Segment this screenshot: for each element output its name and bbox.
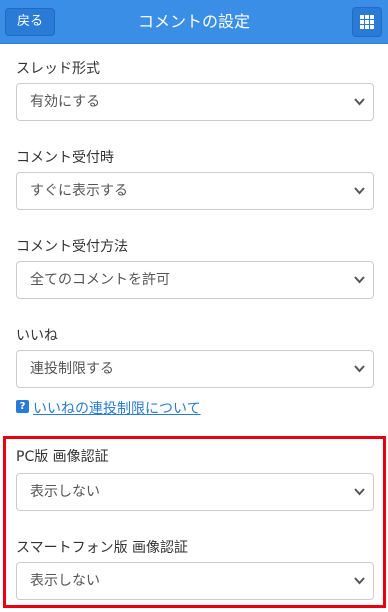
select-value: 表示しない bbox=[30, 484, 100, 500]
like-limit-help-link[interactable]: いいねの連投制限について bbox=[33, 398, 201, 418]
like-label: いいね bbox=[16, 328, 58, 344]
pc-captcha-label: PC版 画像認証 bbox=[16, 449, 109, 465]
comment-receive-select[interactable]: すぐに表示する bbox=[16, 172, 374, 210]
select-value: 有効にする bbox=[30, 94, 101, 110]
select-value: 連投制限する bbox=[30, 361, 114, 377]
chevron-down-icon bbox=[354, 488, 365, 496]
thread-format-select[interactable]: 有効にする bbox=[16, 83, 374, 121]
select-value: すぐに表示する bbox=[30, 183, 128, 199]
grid-icon bbox=[360, 15, 374, 29]
chevron-down-icon bbox=[354, 365, 365, 373]
like-select[interactable]: 連投制限する bbox=[16, 350, 374, 388]
comment-method-label: コメント受付方法 bbox=[16, 239, 128, 255]
chevron-down-icon bbox=[354, 577, 365, 585]
pc-captcha-select[interactable]: 表示しない bbox=[16, 473, 374, 511]
chevron-down-icon bbox=[354, 98, 365, 106]
app-header: 戻る コメントの設定 bbox=[0, 0, 388, 44]
menu-button[interactable] bbox=[352, 7, 382, 37]
help-icon: ? bbox=[16, 400, 29, 413]
select-value: 表示しない bbox=[30, 573, 100, 589]
thread-format-label: スレッド形式 bbox=[16, 61, 100, 77]
select-value: 全てのコメントを許可 bbox=[30, 272, 170, 288]
chevron-down-icon bbox=[354, 187, 365, 195]
sp-captcha-select[interactable]: 表示しない bbox=[16, 562, 374, 600]
sp-captcha-label: スマートフォン版 画像認証 bbox=[16, 540, 189, 556]
page-title: コメントの設定 bbox=[137, 12, 250, 31]
chevron-down-icon bbox=[354, 276, 365, 284]
comment-method-select[interactable]: 全てのコメントを許可 bbox=[16, 261, 374, 299]
comment-receive-label: コメント受付時 bbox=[16, 150, 114, 166]
